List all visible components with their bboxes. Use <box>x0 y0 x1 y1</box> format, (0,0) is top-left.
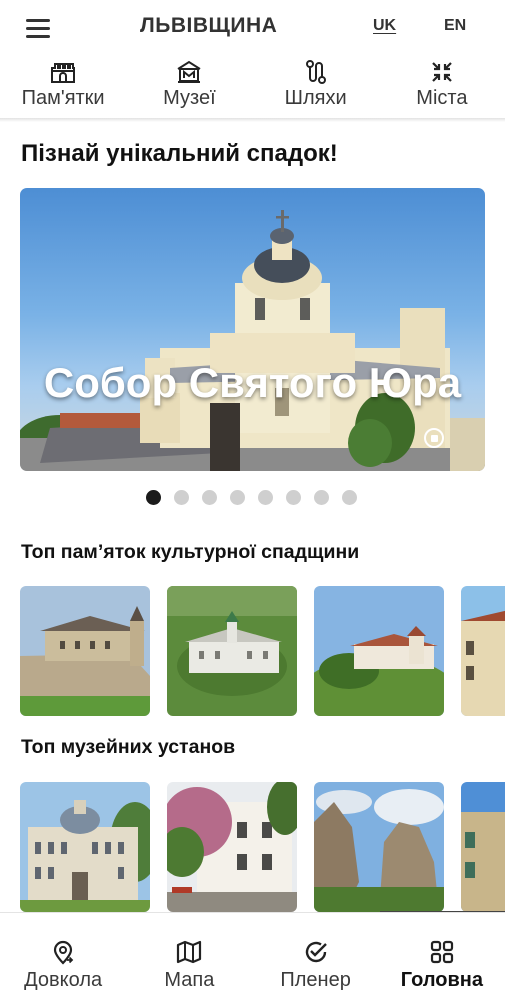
tab-museums[interactable]: Музеї <box>126 58 252 120</box>
tabs-divider <box>0 118 505 122</box>
tab-routes-label: Шляхи <box>284 87 347 109</box>
tab-cities-label: Міста <box>416 87 468 109</box>
nav-map-label: Мапа <box>164 969 215 991</box>
top-bar: ЛЬВІВЩИНА UK EN <box>0 0 505 56</box>
grid-icon <box>430 940 453 964</box>
castle-photo <box>461 586 505 716</box>
city-arrows-icon <box>430 58 454 86</box>
museum-card[interactable] <box>20 782 150 912</box>
carousel-dots <box>146 490 357 505</box>
tab-monuments-label: Пам'ятки <box>21 87 105 109</box>
nav-plein-air-label: Пленер <box>280 969 351 991</box>
tab-cities[interactable]: Міста <box>379 58 505 120</box>
tab-routes[interactable]: Шляхи <box>253 58 379 120</box>
museum-icon <box>176 58 202 86</box>
nav-around-label: Довкола <box>24 969 103 991</box>
route-icon <box>304 58 328 86</box>
carousel-dot[interactable] <box>314 490 329 505</box>
language-en-button[interactable]: EN <box>444 17 466 35</box>
museums-carousel[interactable] <box>20 782 505 912</box>
monument-card[interactable] <box>314 586 444 716</box>
museum-photo <box>314 782 444 912</box>
museum-photo <box>167 782 297 912</box>
monument-card[interactable] <box>461 586 505 716</box>
museum-photo <box>20 782 150 912</box>
museum-photo <box>461 782 505 912</box>
language-uk-button[interactable]: UK <box>373 17 396 35</box>
monument-card[interactable] <box>20 586 150 716</box>
cathedral-image <box>20 210 485 471</box>
carousel-dot[interactable] <box>286 490 301 505</box>
hero-title: Собор Святого Юра <box>43 359 462 406</box>
nav-home-label: Головна <box>400 969 483 991</box>
museum-card[interactable] <box>314 782 444 912</box>
check-circle-icon <box>305 941 327 963</box>
museum-card[interactable] <box>461 782 505 912</box>
carousel-dot[interactable] <box>342 490 357 505</box>
carousel-dot[interactable] <box>258 490 273 505</box>
carousel-dot[interactable] <box>202 490 217 505</box>
monuments-carousel[interactable] <box>20 586 505 716</box>
castle-photo <box>167 586 297 716</box>
intro-title: Пізнай унікальний спадок! <box>21 140 338 167</box>
monument-card[interactable] <box>167 586 297 716</box>
tab-monuments[interactable]: Пам'ятки <box>0 58 126 120</box>
carousel-dot[interactable] <box>230 490 245 505</box>
monuments-section-title: Топ пам’яток культурної спадщини <box>21 541 360 563</box>
map-icon <box>177 940 202 964</box>
location-pin-icon <box>54 940 74 965</box>
hero-stop-icon[interactable] <box>424 428 444 448</box>
hamburger-menu-icon[interactable] <box>26 14 56 42</box>
castle-photo <box>314 586 444 716</box>
bottom-navigation: Довкола Мапа Пленер Головна <box>0 912 505 1000</box>
carousel-dot[interactable] <box>174 490 189 505</box>
category-tabs: Пам'ятки Музеї Шляхи Міста <box>0 58 505 120</box>
museum-card[interactable] <box>167 782 297 912</box>
nav-map[interactable]: Мапа <box>126 913 252 1000</box>
castle-photo <box>20 586 150 716</box>
museums-section-title: Топ музейних установ <box>21 736 236 758</box>
tab-museums-label: Музеї <box>163 87 216 109</box>
app-title: ЛЬВІВЩИНА <box>140 14 278 37</box>
hero-carousel-slide[interactable] <box>20 188 485 471</box>
nav-plein-air[interactable]: Пленер <box>253 913 379 1000</box>
carousel-dot[interactable] <box>146 490 161 505</box>
nav-around[interactable]: Довкола <box>0 913 126 1000</box>
nav-home[interactable]: Головна <box>379 913 505 1000</box>
castle-icon <box>49 58 77 86</box>
